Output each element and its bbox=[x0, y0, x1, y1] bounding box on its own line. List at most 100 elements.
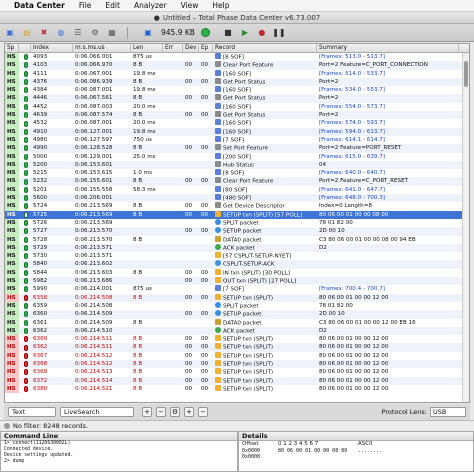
speed-cell: HS bbox=[5, 210, 19, 219]
col-summary[interactable]: Summary bbox=[317, 44, 459, 52]
table-row[interactable]: HS 4532 0:06.087.001 20.0 ms [160 SOF] [Frame… bbox=[5, 119, 469, 128]
table-row[interactable]: HS 4452 0:06.087.003 20.0 ms [160 SOF] [Frame… bbox=[5, 102, 469, 112]
length-cell: 19.8 ms bbox=[133, 70, 156, 77]
tools-icon[interactable]: ⚙ bbox=[89, 27, 101, 39]
table-row[interactable]: HS 5232 0:06.155.601 8 B 00 00 Clear Port Feat… bbox=[5, 177, 469, 186]
status-dot-icon bbox=[24, 79, 28, 86]
table-row[interactable]: HS 6360 0:06.214.509 00 00 SETUP packet 2D 00 … bbox=[5, 310, 469, 319]
live-search-input[interactable]: LiveSearch bbox=[60, 407, 134, 417]
error-cell bbox=[163, 352, 183, 360]
remove-filter-icon[interactable]: − bbox=[156, 407, 166, 417]
table-row[interactable]: HS 6360 0:06.214.511 8 B 00 00 SETUP txn (SPLI… bbox=[5, 335, 469, 344]
menu-view[interactable]: View bbox=[181, 1, 199, 10]
expand-icon[interactable]: + bbox=[184, 407, 194, 417]
scrollbar-thumb[interactable] bbox=[464, 61, 468, 87]
filter-options-icon[interactable]: ⚙ bbox=[170, 407, 180, 417]
endpoint-cell: 00 bbox=[201, 385, 209, 392]
table-row[interactable]: HS 6361 0:06.214.509 8 B DATA0 packet C3 80 0… bbox=[5, 318, 469, 327]
add-filter-icon[interactable]: + bbox=[142, 407, 152, 417]
record-icon[interactable]: ● bbox=[256, 27, 268, 39]
col-endpoint[interactable]: Ep bbox=[199, 44, 213, 52]
collapse-icon[interactable]: − bbox=[198, 407, 208, 417]
table-row[interactable]: HS 5201 0:06.155.558 58.3 ms [80 SOF] [Frames… bbox=[5, 185, 469, 195]
table-row[interactable]: HS 5990 0:06.214.001 875 us [7 SOF] [Frames: … bbox=[5, 285, 469, 294]
table-row[interactable]: HS 5726 0:06.213.569 SPLIT packet 78 01 82 0… bbox=[5, 218, 469, 228]
capture-icon[interactable]: ▣ bbox=[142, 27, 154, 39]
summary-cell: [Frames: 700.4 - 700.7] bbox=[319, 286, 385, 293]
status-dot-icon bbox=[24, 377, 28, 384]
col-length[interactable]: Len bbox=[131, 44, 163, 52]
menu-app-name[interactable]: Data Center bbox=[14, 1, 65, 10]
table-row[interactable]: HS 5728 0:06.213.570 8 B DATA0 packet C3 80 0… bbox=[5, 235, 469, 244]
table-row[interactable]: HS 4384 0:06.087.001 19.8 ms [160 SOF] [Frame… bbox=[5, 86, 469, 95]
col-speed[interactable]: Sp bbox=[5, 44, 19, 52]
table-row[interactable]: HS 5727 0:06.213.570 00 00 SETUP packet 2D 00 … bbox=[5, 227, 469, 236]
record-cell: DATA0 packet bbox=[213, 235, 317, 244]
index-cell: 5215 bbox=[33, 170, 48, 177]
table-row[interactable]: HS 6367 0:06.214.512 8 B 00 00 SETUP txn (SPLI… bbox=[5, 351, 469, 360]
table-row[interactable]: HS 4980 0:06.127.597 750 us [7 SOF] [Frames: … bbox=[5, 135, 469, 145]
command-line-entry[interactable]: 2> dump bbox=[1, 459, 237, 465]
table-row[interactable]: HS 5730 0:06.213.571 [57 CSPLIT-SETUP-NYET] bbox=[5, 252, 469, 261]
table-row[interactable]: HS 5000 0:06.129.001 25.0 ms [200 SOF] [Frame… bbox=[5, 152, 469, 161]
table-row[interactable]: HS 5840 0:06.213.602 CSPLIT-SETUP-ACK bbox=[5, 260, 469, 269]
open-icon[interactable]: ▤ bbox=[21, 27, 33, 39]
table-row[interactable]: HS 6380 0:06.214.521 8 B 00 00 SETUP txn (SPLI… bbox=[5, 384, 469, 394]
menu-analyzer[interactable]: Analyzer bbox=[134, 1, 167, 10]
protocol-lens-select[interactable]: USB bbox=[430, 407, 466, 417]
table-row[interactable]: HS 4376 0:06.086.939 8 B 00 00 Get Port Status… bbox=[5, 77, 469, 87]
menu-help[interactable]: Help bbox=[212, 1, 229, 10]
endpoint-cell: 00 bbox=[201, 145, 209, 152]
new-icon[interactable]: ▣ bbox=[4, 27, 16, 39]
device-cell bbox=[183, 260, 199, 268]
col-record[interactable]: Record bbox=[213, 44, 317, 52]
details-hex[interactable]: 80 06 00 01 00 00 08 00 bbox=[278, 448, 358, 455]
col-status[interactable] bbox=[19, 44, 31, 52]
col-index[interactable]: Index bbox=[31, 44, 73, 52]
record-label: SETUP txn (SPLIT) bbox=[223, 336, 274, 343]
record-label: SETUP txn (SPLIT) bbox=[223, 361, 274, 368]
table-row[interactable]: HS 4093 0:06.066.001 875 us [8 SOF] [Frames: … bbox=[5, 53, 469, 62]
table-row[interactable]: HS 5724 0:06.213.569 8 B 00 00 Get Device Desc… bbox=[5, 202, 469, 211]
record-cell: [160 SOF] bbox=[213, 119, 317, 127]
table-row[interactable]: HS 5725 0:06.213.569 8 B 00 00 SETUP txn (SPLI… bbox=[5, 210, 469, 219]
table-row[interactable]: HS 4103 0:06.066.970 8 B 00 00 Clear Port Feat… bbox=[5, 61, 469, 70]
menu-file[interactable]: File bbox=[79, 1, 92, 10]
table-row[interactable]: HS 4111 0:06.067.001 19.8 ms [160 SOF] [Frame… bbox=[5, 69, 469, 78]
table-scrollbar[interactable] bbox=[462, 53, 469, 402]
table-row[interactable]: HS 5844 0:06.213.603 8 B 00 00 IN txn (SPLIT) … bbox=[5, 268, 469, 278]
table-row[interactable]: HS 4990 0:06.128.528 8 B 00 00 Set Port Featur… bbox=[5, 144, 469, 153]
find-icon[interactable]: ◍ bbox=[55, 27, 67, 39]
status-dot-icon bbox=[24, 137, 28, 144]
record-label: Get Port Status bbox=[223, 112, 266, 119]
status-cell bbox=[19, 277, 31, 285]
view-mode-select[interactable]: Text bbox=[8, 407, 56, 417]
table-row[interactable]: HS 6368 0:06.214.512 8 B 00 00 SETUP txn (SPLI… bbox=[5, 359, 469, 369]
table-row[interactable]: HS 5200 0:06.153.601 Hub Status 04 bbox=[5, 160, 469, 170]
table-row[interactable]: HS 6362 0:06.214.511 8 B 00 00 SETUP txn (SPLI… bbox=[5, 343, 469, 352]
stop-icon[interactable]: ■ bbox=[222, 27, 234, 39]
sof-icon bbox=[215, 86, 221, 93]
table-row[interactable]: HS 6362 0:06.214.510 ACK packet D2 bbox=[5, 326, 469, 336]
pause-icon[interactable]: ❚❚ bbox=[272, 27, 285, 39]
delete-icon[interactable]: ✖ bbox=[38, 27, 50, 39]
table-row[interactable]: HS 4446 0:06.067.561 8 B 00 00 Get Port Status… bbox=[5, 94, 469, 103]
table-row[interactable]: HS 6369 0:06.214.513 8 B 00 00 SETUP txn (SPLI… bbox=[5, 368, 469, 377]
table-row[interactable]: HS 6358 0:06.214.508 8 B 00 00 SETUP txn (SPLI… bbox=[5, 293, 469, 302]
ack-icon bbox=[215, 243, 221, 250]
grid-icon[interactable]: ▦ bbox=[106, 27, 118, 39]
table-row[interactable]: HS 6372 0:06.214.514 8 B 00 00 SETUP txn (SPLI… bbox=[5, 376, 469, 385]
table-row[interactable]: HS 4639 0:06.087.574 8 B 00 00 Get Port Status… bbox=[5, 111, 469, 120]
col-device[interactable]: Dev bbox=[183, 44, 199, 52]
play-icon[interactable]: ▶ bbox=[239, 27, 251, 39]
table-row[interactable]: HS 5215 0:06.153.615 1.0 ms [8 SOF] [Frames: … bbox=[5, 169, 469, 178]
menu-edit[interactable]: Edit bbox=[105, 1, 120, 10]
table-row[interactable]: HS 5729 0:06.213.571 ACK packet D2 bbox=[5, 243, 469, 253]
table-row[interactable]: HS 6359 0:06.214.508 SPLIT packet 78 01 82 0… bbox=[5, 301, 469, 311]
col-error[interactable]: Err bbox=[163, 44, 183, 52]
col-timestamp[interactable]: m:s.ms.us bbox=[73, 44, 131, 52]
list-icon[interactable]: ☰ bbox=[72, 27, 84, 39]
table-row[interactable]: HS 5982 0:06.213.686 00 00 OUT txn (SPLIT) [2… bbox=[5, 277, 469, 286]
table-row[interactable]: HS 4910 0:06.127.001 19.8 ms [160 SOF] [Frame… bbox=[5, 127, 469, 136]
table-row[interactable]: HS 5600 0:06.206.001 [480 SOF] [Frames: 648.… bbox=[5, 194, 469, 203]
